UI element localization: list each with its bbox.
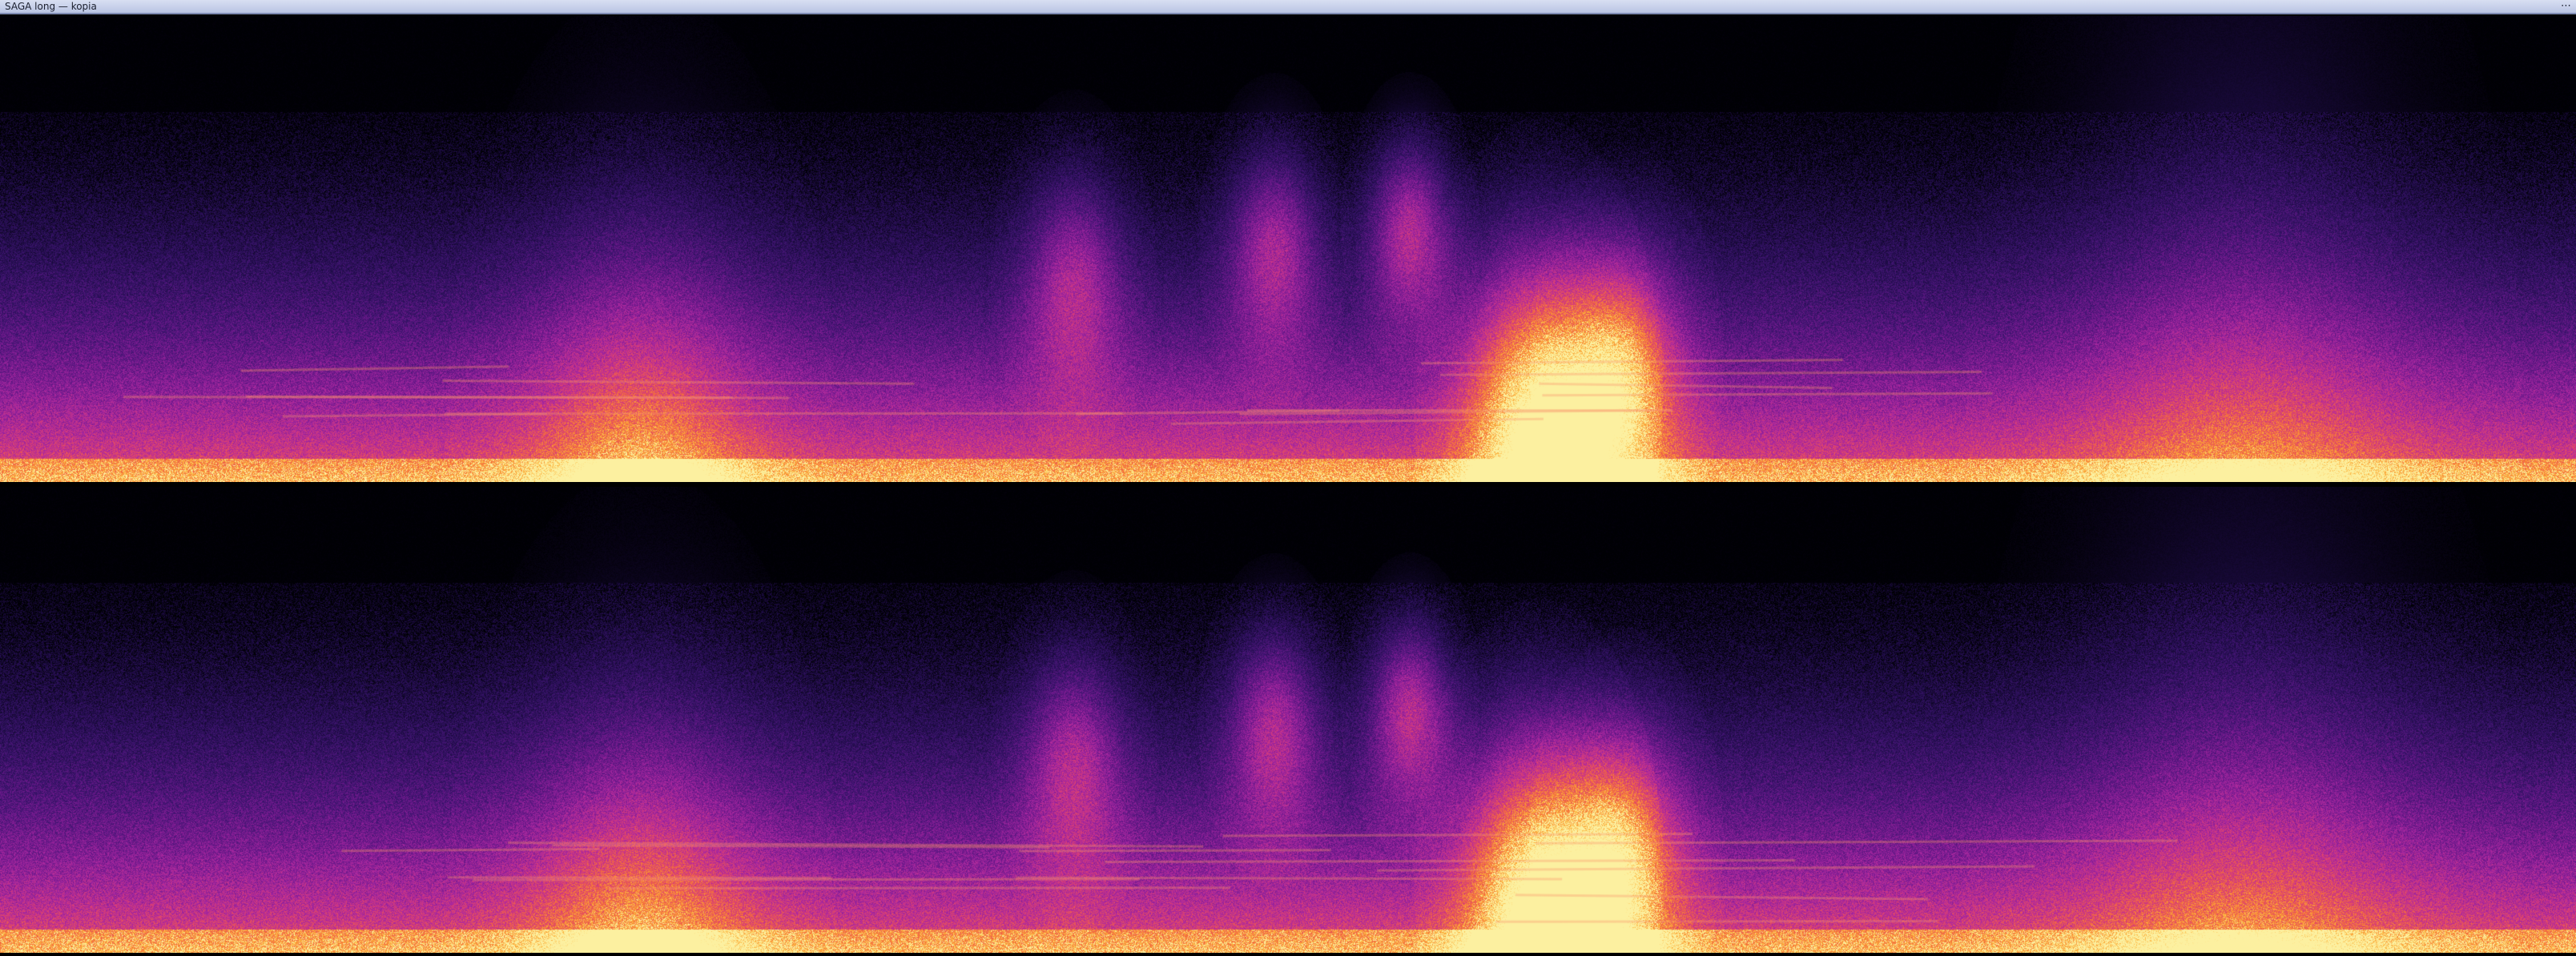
- spectrogram-channel-bottom[interactable]: [0, 487, 2576, 953]
- menu-dots-icon[interactable]: ⋯: [2561, 0, 2571, 12]
- window-title: SAGA long — kopia: [5, 1, 97, 12]
- spectrogram-canvas-top: [0, 16, 2576, 482]
- spectrogram-window: SAGA long — kopia ⋯: [0, 0, 2576, 956]
- spectrogram-channel-top[interactable]: [0, 16, 2576, 482]
- spectrogram-canvas-bottom: [0, 487, 2576, 953]
- title-bar[interactable]: SAGA long — kopia ⋯: [0, 0, 2576, 14]
